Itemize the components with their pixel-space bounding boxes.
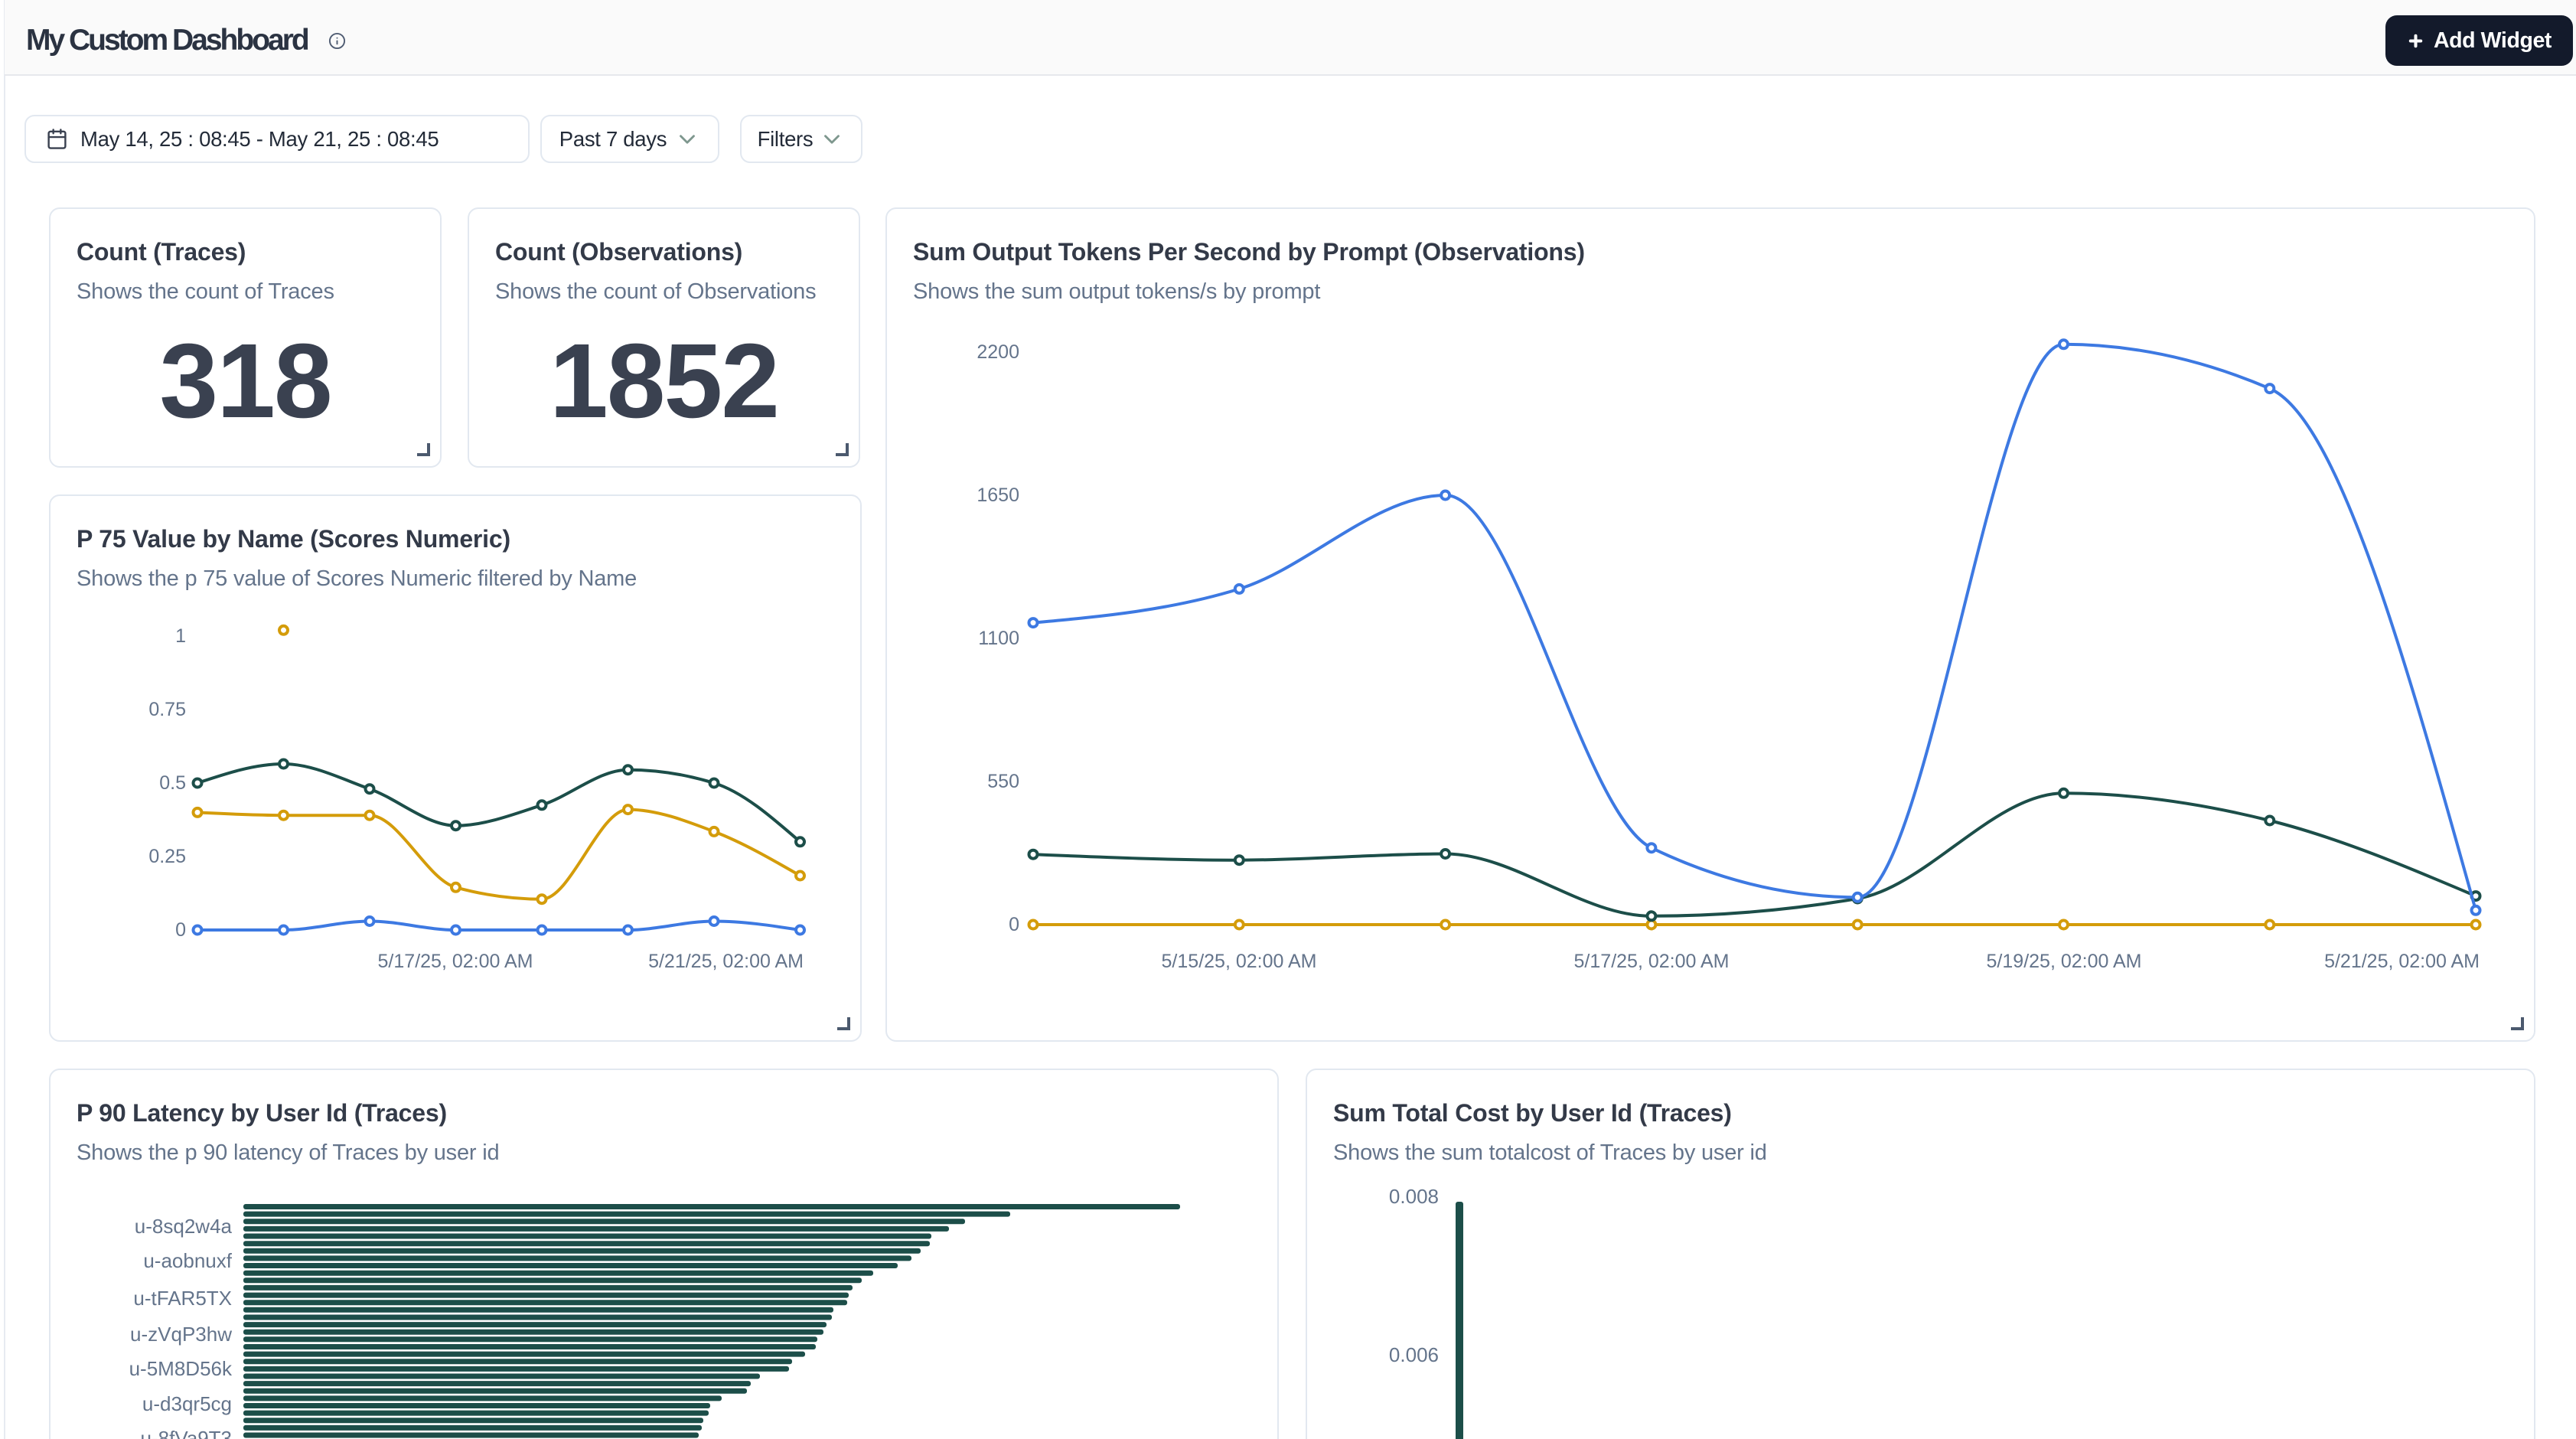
svg-text:u-d3qr5cg: u-d3qr5cg (142, 1392, 232, 1415)
svg-text:5/21/25, 02:00 AM: 5/21/25, 02:00 AM (2324, 951, 2480, 972)
svg-text:2200: 2200 (977, 341, 1019, 363)
svg-text:5/21/25, 02:00 AM: 5/21/25, 02:00 AM (648, 951, 804, 972)
svg-text:5/17/25, 02:00 AM: 5/17/25, 02:00 AM (378, 951, 533, 972)
svg-text:5/15/25, 02:00 AM: 5/15/25, 02:00 AM (1162, 951, 1317, 972)
svg-text:1: 1 (175, 625, 186, 647)
svg-text:0.5: 0.5 (159, 772, 186, 794)
svg-text:0: 0 (175, 919, 186, 941)
svg-text:0.25: 0.25 (148, 846, 186, 867)
svg-text:u-zVqP3hw: u-zVqP3hw (130, 1323, 232, 1346)
svg-text:1650: 1650 (977, 485, 1019, 506)
svg-text:5/17/25, 02:00 AM: 5/17/25, 02:00 AM (1574, 951, 1730, 972)
svg-text:u-tFAR5TX: u-tFAR5TX (133, 1287, 232, 1310)
svg-text:1100: 1100 (978, 628, 1019, 649)
svg-text:0: 0 (1009, 914, 1019, 935)
svg-text:u-8sq2w4a: u-8sq2w4a (135, 1215, 233, 1238)
svg-text:5/19/25, 02:00 AM: 5/19/25, 02:00 AM (1987, 951, 2142, 972)
svg-text:0.75: 0.75 (148, 699, 186, 720)
svg-text:0.006: 0.006 (1389, 1343, 1439, 1366)
svg-text:u-aobnuxf: u-aobnuxf (143, 1249, 232, 1272)
svg-text:550: 550 (987, 771, 1019, 792)
svg-text:u-5M8D56k: u-5M8D56k (129, 1357, 233, 1380)
svg-text:u-8fVa9T3: u-8fVa9T3 (141, 1427, 232, 1439)
svg-text:0.008: 0.008 (1389, 1185, 1439, 1208)
